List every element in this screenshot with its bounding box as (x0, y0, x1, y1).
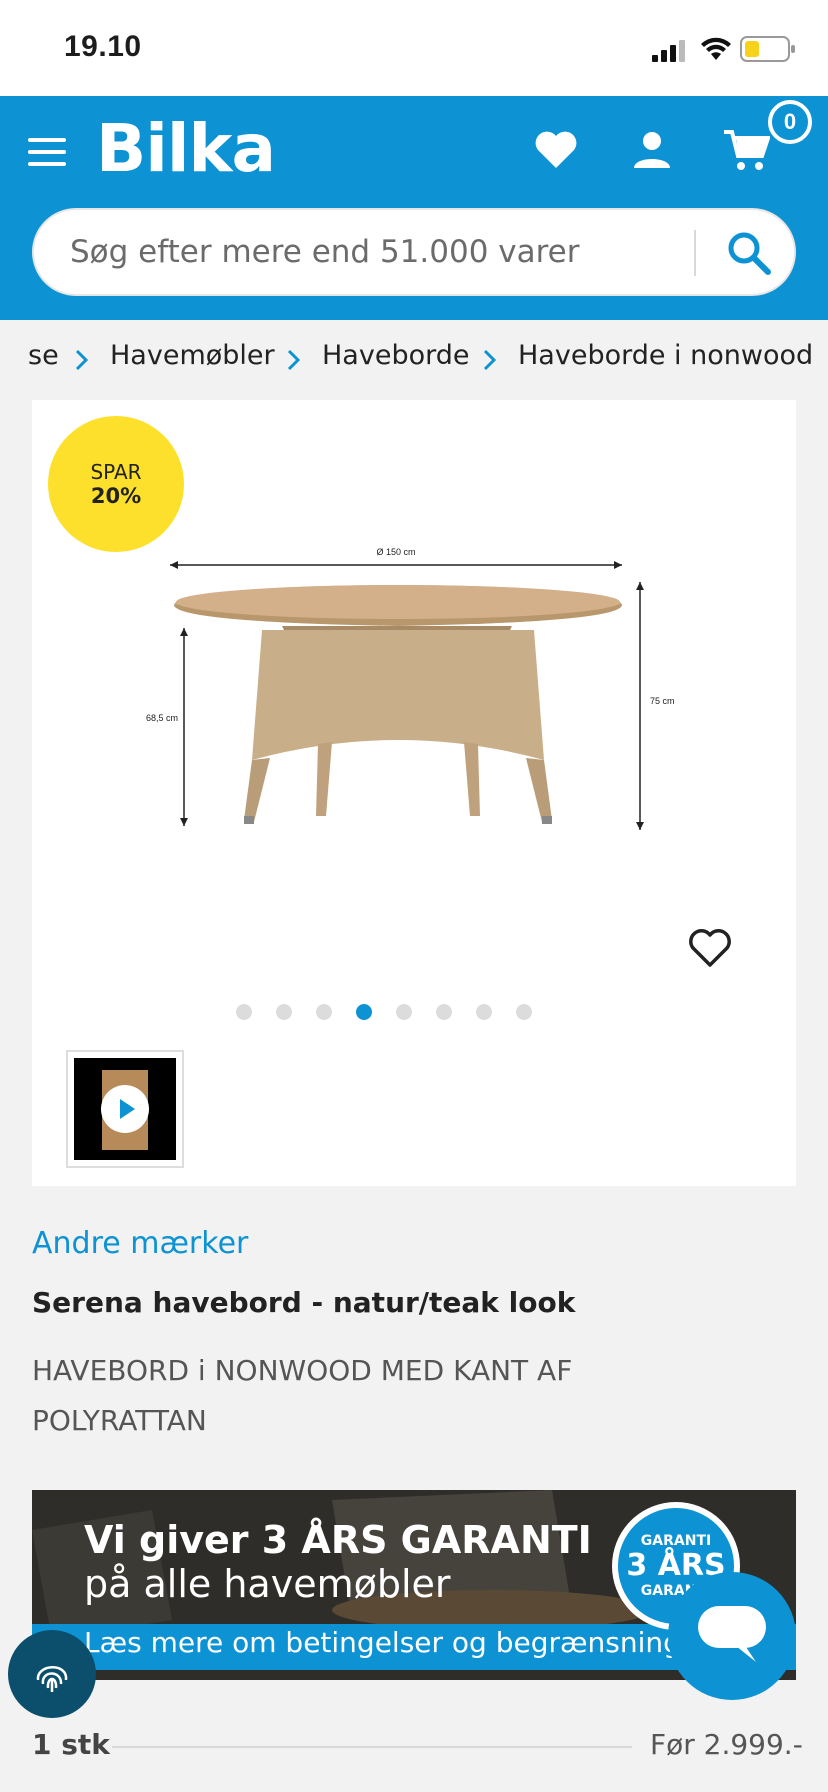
chat-bubble-icon (698, 1606, 766, 1662)
chevron-right-icon (483, 349, 497, 371)
product-gallery[interactable]: SPAR 20% Ø 150 cm 75 cm 68,5 cm (32, 400, 796, 1186)
search-bar (32, 208, 796, 296)
cellular-signal-icon (652, 40, 685, 62)
price-before: Før 2.999.- (650, 1728, 803, 1761)
breadcrumb-item[interactable]: Havemøbler (110, 340, 275, 371)
pagination-dot[interactable] (516, 1004, 532, 1020)
banner-subheadline: på alle havemøbler (84, 1562, 451, 1606)
battery-icon (740, 36, 795, 62)
fingerprint-icon (36, 1666, 68, 1692)
wifi-icon (701, 37, 731, 60)
video-thumbnail-image (74, 1058, 176, 1160)
pagination-dot[interactable] (396, 1004, 412, 1020)
dimension-height-right-label: 75 cm (650, 696, 675, 706)
cart-count-badge[interactable]: 0 (768, 100, 812, 144)
product-subtitle: HAVEBORD i NONWOOD MED KANT AF POLYRATTA… (32, 1354, 573, 1437)
favorite-heart-icon[interactable] (688, 926, 732, 970)
cookie-consent-button[interactable] (8, 1630, 96, 1718)
status-bar: 19.10 (0, 0, 828, 96)
user-icon[interactable] (628, 126, 676, 174)
pagination-dot[interactable] (316, 1004, 332, 1020)
pagination-dot-active[interactable] (356, 1004, 372, 1020)
dimension-height-left-label: 68,5 cm (146, 713, 178, 723)
chevron-right-icon (287, 349, 301, 371)
pagination-dot[interactable] (276, 1004, 292, 1020)
status-time: 19.10 (64, 30, 142, 63)
chevron-right-icon (75, 349, 89, 371)
quantity-divider (112, 1746, 632, 1748)
video-thumbnail[interactable] (66, 1050, 184, 1168)
site-header: Bilka 0 (0, 96, 828, 320)
pagination-dot[interactable] (236, 1004, 252, 1020)
breadcrumb-item[interactable]: se (28, 340, 59, 371)
banner-terms-link[interactable]: Læs mere om betingelser og begrænsninger (84, 1626, 710, 1659)
gallery-pagination (32, 1004, 796, 1020)
warranty-seal-top: GARANTI (640, 1533, 712, 1549)
product-image-table: Ø 150 cm 75 cm 68,5 cm (146, 547, 675, 830)
search-input[interactable] (70, 210, 710, 294)
dimension-diameter-label: Ø 150 cm (376, 547, 415, 557)
breadcrumb-item[interactable]: Haveborde i nonwood (518, 340, 813, 371)
pagination-dot[interactable] (476, 1004, 492, 1020)
shopping-cart-icon[interactable] (722, 126, 770, 174)
breadcrumb: se Havemøbler Haveborde Haveborde i nonw… (0, 330, 828, 390)
hamburger-menu-button[interactable] (28, 136, 70, 170)
bilka-logo[interactable]: Bilka (96, 110, 276, 187)
brand-link[interactable]: Andre mærker (32, 1226, 248, 1261)
app-root: 19.10 Bilka 0 Søg efter mere end 51.000 … (0, 0, 828, 1792)
heart-icon[interactable] (532, 126, 580, 174)
search-icon[interactable] (724, 228, 774, 278)
banner-headline: Vi giver 3 ÅRS GARANTI (84, 1518, 592, 1562)
search-divider (694, 230, 696, 276)
quantity-label: 1 stk (32, 1728, 110, 1761)
pagination-dot[interactable] (436, 1004, 452, 1020)
breadcrumb-item[interactable]: Haveborde (322, 340, 469, 371)
discount-badge-label: SPAR (90, 460, 142, 484)
product-title: Serena havebord - natur/teak look (32, 1286, 576, 1319)
play-icon (101, 1085, 149, 1133)
discount-badge-value: 20% (90, 484, 142, 508)
chat-button[interactable] (668, 1572, 796, 1700)
